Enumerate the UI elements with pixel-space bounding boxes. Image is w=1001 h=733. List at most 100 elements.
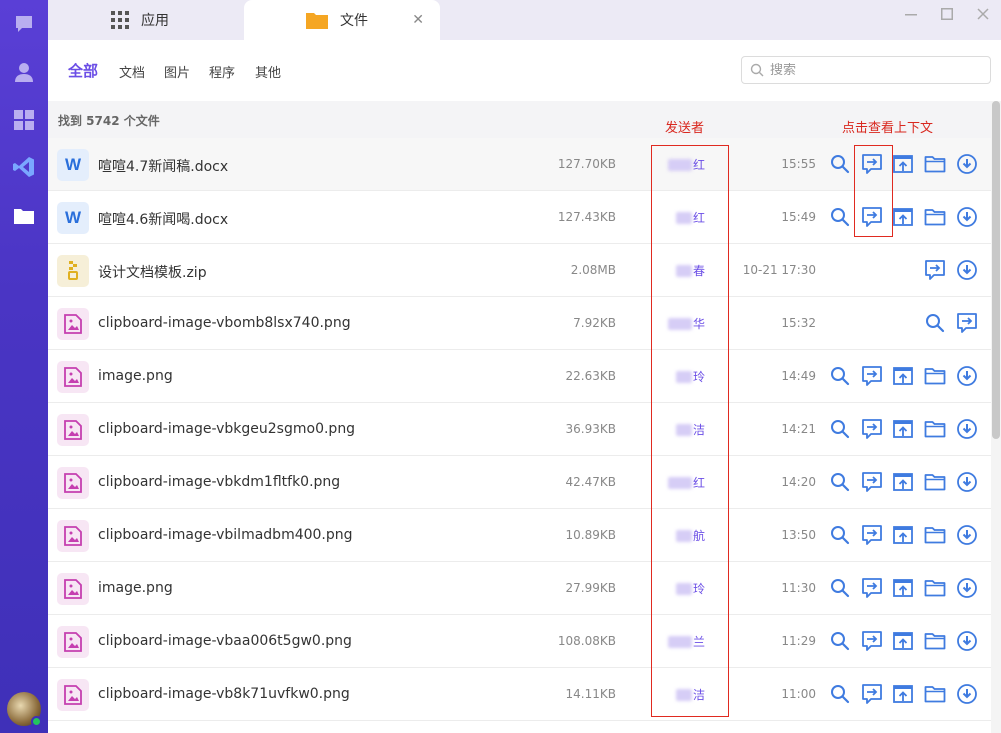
table-row[interactable]: 设计文档模板.zip 2.08MB 春 10-21 17:30 (48, 244, 991, 297)
open-folder-icon[interactable] (923, 417, 947, 441)
scrollbar-thumb[interactable] (992, 101, 1000, 439)
table-row[interactable]: clipboard-image-vbomb8lsx740.png 7.92KB … (48, 297, 991, 350)
download-icon[interactable] (955, 629, 979, 653)
download-icon[interactable] (955, 470, 979, 494)
download-icon[interactable] (955, 576, 979, 600)
filter-all[interactable]: 全部 (68, 60, 98, 81)
view-context-icon[interactable] (860, 629, 884, 653)
share-icon[interactable] (891, 576, 915, 600)
table-row[interactable]: image.png 22.63KB 玲 14:49 (48, 350, 991, 403)
share-icon[interactable] (891, 417, 915, 441)
tab-apps[interactable]: 应用 (111, 0, 169, 40)
view-context-icon[interactable] (860, 364, 884, 388)
preview-search-icon[interactable] (828, 470, 852, 494)
filter-programs[interactable]: 程序 (209, 62, 235, 81)
file-name[interactable]: 设计文档模板.zip (98, 262, 207, 282)
preview-search-icon[interactable] (828, 152, 852, 176)
chat-icon[interactable] (12, 12, 36, 36)
blurred-name (675, 688, 692, 701)
view-context-icon[interactable] (955, 311, 979, 335)
preview-search-icon[interactable] (828, 523, 852, 547)
sender-name-visible: 航 (692, 529, 705, 543)
open-folder-icon[interactable] (923, 682, 947, 706)
file-name[interactable]: 喧喧4.6新闻喝.docx (98, 209, 228, 229)
view-context-icon[interactable] (860, 682, 884, 706)
file-name[interactable]: 喧喧4.7新闻稿.docx (98, 156, 228, 176)
open-folder-icon[interactable] (923, 364, 947, 388)
image-file-icon (57, 361, 89, 393)
table-row[interactable]: W 喧喧4.6新闻喝.docx 127.43KB 红 15:49 (48, 191, 991, 244)
preview-search-icon[interactable] (828, 682, 852, 706)
download-icon[interactable] (955, 364, 979, 388)
blurred-name (667, 317, 692, 330)
open-folder-icon[interactable] (923, 523, 947, 547)
file-name[interactable]: clipboard-image-vbilmadbm400.png (98, 527, 353, 543)
preview-search-icon[interactable] (828, 576, 852, 600)
download-icon[interactable] (955, 152, 979, 176)
table-row[interactable]: clipboard-image-vbaa006t5gw0.png 108.08K… (48, 615, 991, 668)
preview-search-icon[interactable] (923, 311, 947, 335)
download-icon[interactable] (955, 417, 979, 441)
sender-name: 兰 (665, 633, 705, 650)
share-icon[interactable] (891, 629, 915, 653)
download-icon[interactable] (955, 205, 979, 229)
view-context-icon[interactable] (860, 205, 884, 229)
view-context-icon[interactable] (860, 417, 884, 441)
share-icon[interactable] (891, 470, 915, 494)
file-name[interactable]: clipboard-image-vbaa006t5gw0.png (98, 633, 352, 649)
file-name[interactable]: clipboard-image-vb8k71uvfkw0.png (98, 686, 350, 702)
file-name[interactable]: image.png (98, 368, 173, 384)
download-icon[interactable] (955, 258, 979, 282)
list-header: 找到 5742 个文件 发送者 点击查看上下文 (48, 101, 991, 138)
close-icon[interactable]: ✕ (412, 12, 424, 28)
share-icon[interactable] (891, 523, 915, 547)
preview-search-icon[interactable] (828, 629, 852, 653)
view-context-icon[interactable] (860, 576, 884, 600)
vscode-icon[interactable] (12, 155, 36, 179)
table-row[interactable]: image.png 27.99KB 玲 11:30 (48, 562, 991, 615)
download-icon[interactable] (955, 682, 979, 706)
open-folder-icon[interactable] (923, 205, 947, 229)
view-context-icon[interactable] (860, 470, 884, 494)
table-row[interactable]: clipboard-image-vbkdm1fltfk0.png 42.47KB… (48, 456, 991, 509)
view-context-icon[interactable] (923, 258, 947, 282)
filter-documents[interactable]: 文档 (119, 62, 145, 81)
file-name[interactable]: clipboard-image-vbomb8lsx740.png (98, 315, 351, 331)
blurred-name (675, 264, 692, 277)
share-icon[interactable] (891, 682, 915, 706)
maximize-button[interactable] (937, 6, 957, 22)
open-folder-icon[interactable] (923, 576, 947, 600)
share-icon[interactable] (891, 152, 915, 176)
table-row[interactable]: clipboard-image-vb8k71uvfkw0.png 14.11KB… (48, 668, 991, 721)
close-window-button[interactable] (973, 6, 993, 22)
filter-others[interactable]: 其他 (255, 62, 281, 81)
table-row[interactable]: clipboard-image-vbkgeu2sgmo0.png 36.93KB… (48, 403, 991, 456)
file-time: 14:21 (781, 422, 816, 436)
open-folder-icon[interactable] (923, 470, 947, 494)
preview-search-icon[interactable] (828, 205, 852, 229)
table-row[interactable]: W 喧喧4.7新闻稿.docx 127.70KB 红 15:55 (48, 138, 991, 191)
table-row[interactable]: clipboard-image-vbilmadbm400.png 10.89KB… (48, 509, 991, 562)
search-input[interactable] (770, 62, 970, 78)
folder-icon[interactable] (12, 204, 36, 228)
view-context-icon[interactable] (860, 152, 884, 176)
minimize-button[interactable] (901, 6, 921, 22)
file-size: 10.89KB (565, 528, 616, 542)
avatar[interactable] (7, 692, 42, 727)
contacts-icon[interactable] (12, 60, 36, 84)
apps-grid-icon[interactable] (12, 108, 36, 132)
share-icon[interactable] (891, 205, 915, 229)
share-icon[interactable] (891, 364, 915, 388)
tab-files[interactable]: 文件 ✕ (244, 0, 440, 40)
preview-search-icon[interactable] (828, 417, 852, 441)
open-folder-icon[interactable] (923, 629, 947, 653)
image-file-icon (57, 679, 89, 711)
filter-images[interactable]: 图片 (164, 62, 190, 81)
file-name[interactable]: image.png (98, 580, 173, 596)
file-name[interactable]: clipboard-image-vbkgeu2sgmo0.png (98, 421, 355, 437)
file-name[interactable]: clipboard-image-vbkdm1fltfk0.png (98, 474, 340, 490)
download-icon[interactable] (955, 523, 979, 547)
view-context-icon[interactable] (860, 523, 884, 547)
open-folder-icon[interactable] (923, 152, 947, 176)
preview-search-icon[interactable] (828, 364, 852, 388)
